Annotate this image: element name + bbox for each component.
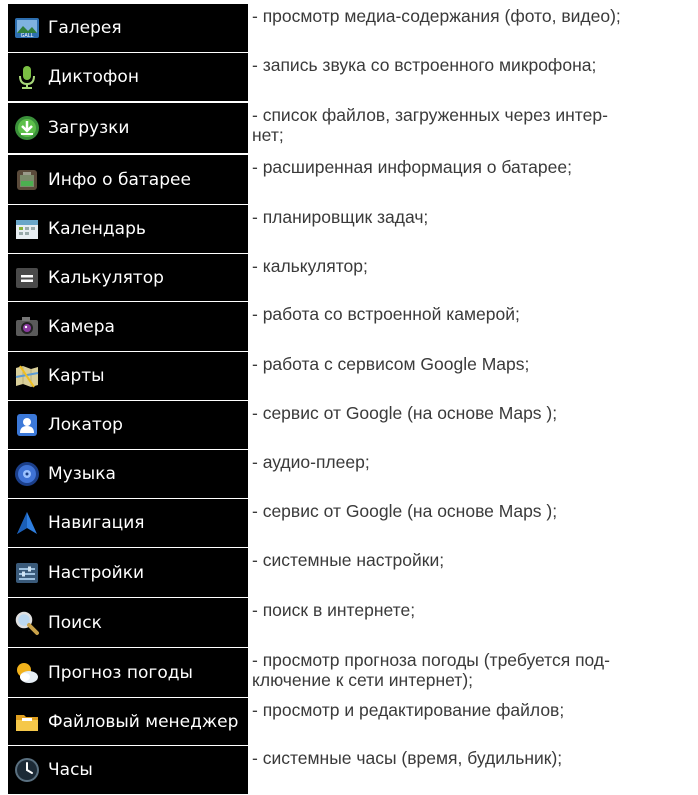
app-entry-settings[interactable]: Настройки — [8, 548, 248, 597]
app-entry-recorder[interactable]: Диктофон — [8, 53, 248, 101]
app-label: Часы — [48, 760, 93, 780]
weather-icon — [14, 660, 40, 686]
app-description: - калькулятор; — [252, 256, 368, 276]
list-item: Настройки - системные настройки; — [0, 548, 698, 597]
app-label: Карты — [48, 366, 105, 386]
app-description: - просмотр медиа-содержания (фото, видео… — [252, 6, 621, 26]
list-item: Камера - работа со встроенной камерой; — [0, 302, 698, 351]
locator-icon — [14, 412, 40, 438]
app-entry-calculator[interactable]: Калькулятор — [8, 254, 248, 301]
list-item: Инфо о батарее - расширенная информация о… — [0, 155, 698, 204]
app-entry-battery-info[interactable]: Инфо о батарее — [8, 155, 248, 204]
list-item: Часы - системные часы (время, будильник); — [0, 746, 698, 794]
list-item: Поиск - поиск в интернете; — [0, 598, 698, 647]
app-description: - работа с сервисом Google Maps; — [252, 354, 530, 374]
app-entry-maps[interactable]: Карты — [8, 352, 248, 400]
app-entry-weather[interactable]: Прогноз погоды — [8, 648, 248, 697]
camera-icon — [14, 314, 40, 340]
app-label: Файловый менеджер — [48, 711, 239, 732]
map-icon — [14, 363, 40, 389]
app-entry-file-manager[interactable]: Файловый менеджер — [8, 698, 248, 745]
app-description: - системные настройки; — [252, 550, 445, 570]
list-item: Файловый менеджер - просмотр и редактиров… — [0, 698, 698, 745]
list-item: Локатор - сервис от Google (на основе Map… — [0, 401, 698, 449]
settings-icon — [14, 560, 40, 586]
list-item: Навигация - сервис от Google (на основе M… — [0, 499, 698, 547]
app-label: Инфо о батарее — [48, 169, 191, 190]
app-description: - просмотр и редактирование файлов; — [252, 700, 565, 720]
clock-icon — [14, 757, 40, 783]
navigation-arrow-icon — [14, 510, 40, 536]
gallery-icon: GALL — [14, 15, 40, 41]
calendar-icon — [14, 216, 40, 242]
calculator-icon — [14, 265, 40, 291]
app-label: Калькулятор — [48, 267, 164, 288]
app-label: Настройки — [48, 562, 145, 583]
app-entry-navigation[interactable]: Навигация — [8, 499, 248, 547]
app-description: - расширенная информация о батарее; — [252, 157, 572, 177]
app-label: Музыка — [48, 464, 116, 484]
folder-icon — [14, 709, 40, 735]
app-label: Камера — [48, 316, 115, 337]
list-item: GALL Галерея - просмотр медиа-содержания (… — [0, 4, 698, 52]
microphone-icon — [14, 64, 40, 90]
app-description: - системные часы (время, будильник); — [252, 748, 563, 768]
app-label: Навигация — [48, 513, 145, 533]
app-entry-calendar[interactable]: Календарь — [8, 205, 248, 253]
app-entry-clock[interactable]: Часы — [8, 746, 248, 794]
app-label: Поиск — [48, 612, 102, 633]
app-label: Загрузки — [48, 118, 130, 138]
list-item: Карты - работа с сервисом Google Maps; — [0, 352, 698, 400]
app-entry-downloads[interactable]: Загрузки — [8, 103, 248, 153]
app-label: Галерея — [48, 18, 122, 38]
list-item: Музыка - аудио-плеер; — [0, 450, 698, 498]
list-item: Диктофон - запись звука со встроенного ми… — [0, 53, 698, 101]
search-icon — [14, 610, 40, 636]
list-item: Прогноз погоды - просмотр прогноза погоды… — [0, 648, 698, 697]
app-description: - сервис от Google (на основе Maps ); — [252, 501, 558, 521]
app-description: - сервис от Google (на основе Maps ); — [252, 403, 558, 423]
list-item: Календарь - планировщик задач; — [0, 205, 698, 253]
app-entry-music[interactable]: Музыка — [8, 450, 248, 498]
app-description: - планировщик задач; — [252, 207, 429, 227]
app-entry-camera[interactable]: Камера — [8, 302, 248, 351]
app-label: Диктофон — [48, 67, 139, 87]
svg-text:GALL: GALL — [21, 33, 34, 39]
battery-icon — [14, 167, 40, 193]
list-item: Калькулятор - калькулятор; — [0, 254, 698, 301]
app-entry-latitude[interactable]: Локатор — [8, 401, 248, 449]
app-description: - просмотр прогноза погоды (требуется по… — [252, 650, 610, 690]
app-description: - аудио-плеер; — [252, 452, 370, 472]
app-label: Локатор — [48, 415, 123, 435]
app-description: - поиск в интернете; — [252, 600, 416, 620]
app-description: - список файлов, загруженных через интер… — [252, 105, 608, 145]
download-icon — [14, 115, 40, 141]
app-description: - работа со встроенной камерой; — [252, 304, 520, 324]
app-entry-gallery[interactable]: GALL Галерея — [8, 4, 248, 52]
music-icon — [14, 461, 40, 487]
list-item: Загрузки - список файлов, загруженных чер… — [0, 103, 698, 153]
app-label: Прогноз погоды — [48, 662, 193, 683]
app-entry-search[interactable]: Поиск — [8, 598, 248, 647]
app-description: - запись звука со встроенного микрофона; — [252, 55, 597, 75]
app-label: Календарь — [48, 219, 146, 239]
